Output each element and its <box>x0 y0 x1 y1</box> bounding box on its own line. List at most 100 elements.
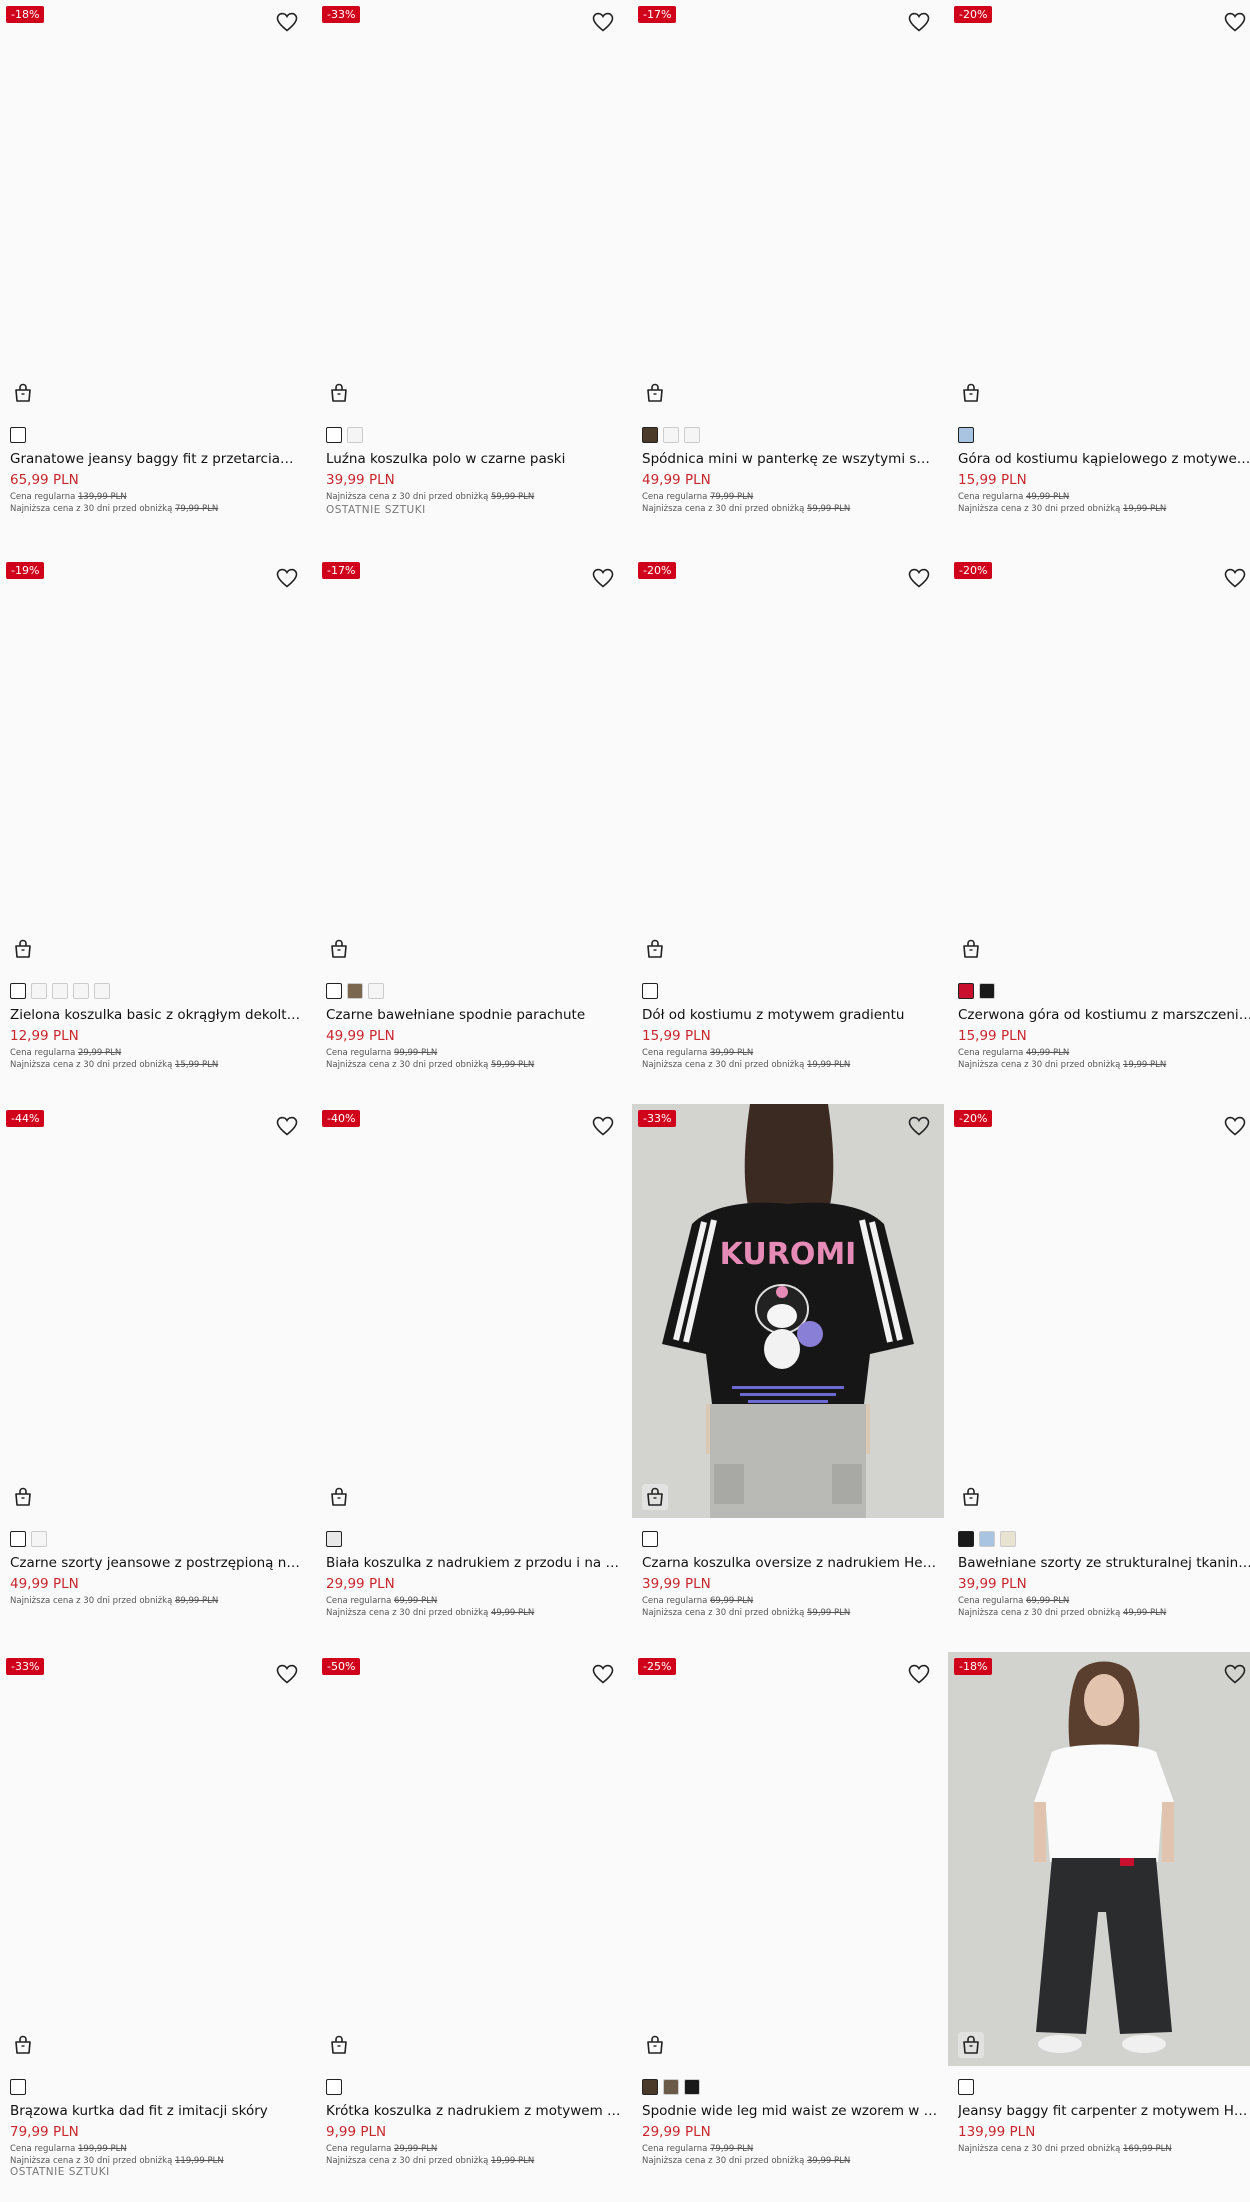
product-image[interactable]: -20% <box>632 556 944 970</box>
product-name[interactable]: Czarne szorty jeansowe z postrzępioną no… <box>10 1554 306 1572</box>
product-name[interactable]: Czerwona góra od kostiumu z marszczeniam… <box>958 1006 1250 1024</box>
shopping-bag-icon[interactable] <box>326 1484 352 1510</box>
product-name[interactable]: Spódnica mini w panterkę ze wszytymi spo… <box>642 450 938 468</box>
heart-icon[interactable] <box>591 1662 615 1686</box>
color-swatch[interactable] <box>958 983 974 999</box>
product-card-6[interactable]: -17% Czarne bawełniane spodnie parachute… <box>316 556 628 1104</box>
product-card-2[interactable]: -33% Luźna koszulka polo w czarne paski … <box>316 0 628 548</box>
product-image[interactable]: -18% <box>0 0 312 414</box>
product-image[interactable]: -44% <box>0 1104 312 1518</box>
color-swatch[interactable] <box>368 983 384 999</box>
product-card-11[interactable]: KUROMI -33% Czarna koszulka oversize z n… <box>632 1104 944 1652</box>
color-swatch[interactable] <box>642 427 658 443</box>
color-swatch[interactable] <box>326 1531 342 1547</box>
shopping-bag-icon[interactable] <box>326 2032 352 2058</box>
color-swatch[interactable] <box>326 427 342 443</box>
shopping-bag-icon[interactable] <box>642 936 668 962</box>
product-card-1[interactable]: -18% Granatowe jeansy baggy fit z przeta… <box>0 0 312 548</box>
product-card-10[interactable]: -40% Biała koszulka z nadrukiem z przodu… <box>316 1104 628 1652</box>
heart-icon[interactable] <box>1223 1114 1247 1138</box>
shopping-bag-icon[interactable] <box>10 380 36 406</box>
product-card-14[interactable]: -50% Krótka koszulka z nadrukiem z motyw… <box>316 1652 628 2200</box>
product-name[interactable]: Luźna koszulka polo w czarne paski <box>326 450 622 468</box>
color-swatch[interactable] <box>979 983 995 999</box>
product-image[interactable]: -20% <box>948 1104 1250 1518</box>
product-image[interactable]: -17% <box>316 556 628 970</box>
product-card-15[interactable]: -25% Spodnie wide leg mid waist ze wzore… <box>632 1652 944 2200</box>
product-image[interactable]: -25% <box>632 1652 944 2066</box>
product-name[interactable]: Jeansy baggy fit carpenter z motywem Hel… <box>958 2102 1250 2120</box>
color-swatch[interactable] <box>663 427 679 443</box>
shopping-bag-icon[interactable] <box>642 2032 668 2058</box>
product-image[interactable]: -33% <box>316 0 628 414</box>
product-card-16[interactable]: -18% Jeansy baggy fit carpenter z motywe… <box>948 1652 1250 2200</box>
color-swatch[interactable] <box>31 983 47 999</box>
color-swatch[interactable] <box>10 2079 26 2095</box>
color-swatch[interactable] <box>642 983 658 999</box>
product-card-12[interactable]: -20% Bawełniane szorty ze strukturalnej … <box>948 1104 1250 1652</box>
shopping-bag-icon[interactable] <box>326 936 352 962</box>
product-card-5[interactable]: -19% Zielona koszulka basic z okrągłym d… <box>0 556 312 1104</box>
product-image[interactable]: -20% <box>948 0 1250 414</box>
product-image[interactable]: -17% <box>632 0 944 414</box>
shopping-bag-icon[interactable] <box>958 936 984 962</box>
shopping-bag-icon[interactable] <box>958 380 984 406</box>
product-name[interactable]: Brązowa kurtka dad fit z imitacji skóry <box>10 2102 306 2120</box>
heart-icon[interactable] <box>1223 10 1247 34</box>
heart-icon[interactable] <box>1223 566 1247 590</box>
product-card-7[interactable]: -20% Dół od kostiumu z motywem gradientu… <box>632 556 944 1104</box>
product-card-9[interactable]: -44% Czarne szorty jeansowe z postrzępio… <box>0 1104 312 1652</box>
heart-icon[interactable] <box>275 566 299 590</box>
color-swatch[interactable] <box>684 427 700 443</box>
color-swatch[interactable] <box>94 983 110 999</box>
heart-icon[interactable] <box>907 1662 931 1686</box>
shopping-bag-icon[interactable] <box>326 380 352 406</box>
color-swatch[interactable] <box>347 983 363 999</box>
shopping-bag-icon[interactable] <box>958 1484 984 1510</box>
color-swatch[interactable] <box>958 1531 974 1547</box>
color-swatch[interactable] <box>73 983 89 999</box>
color-swatch[interactable] <box>958 2079 974 2095</box>
product-card-8[interactable]: -20% Czerwona góra od kostiumu z marszcz… <box>948 556 1250 1104</box>
heart-icon[interactable] <box>907 566 931 590</box>
product-card-4[interactable]: -20% Góra od kostiumu kąpielowego z moty… <box>948 0 1250 548</box>
product-name[interactable]: Dół od kostiumu z motywem gradientu <box>642 1006 938 1024</box>
product-image[interactable]: -20% <box>948 556 1250 970</box>
color-swatch[interactable] <box>684 2079 700 2095</box>
product-image[interactable]: -19% <box>0 556 312 970</box>
heart-icon[interactable] <box>907 1114 931 1138</box>
product-name[interactable]: Krótka koszulka z nadrukiem z motywem ko… <box>326 2102 622 2120</box>
product-image[interactable]: KUROMI -33% <box>632 1104 944 1518</box>
shopping-bag-icon[interactable] <box>642 380 668 406</box>
color-swatch[interactable] <box>642 2079 658 2095</box>
shopping-bag-icon[interactable] <box>10 2032 36 2058</box>
product-name[interactable]: Góra od kostiumu kąpielowego z motywem g… <box>958 450 1250 468</box>
color-swatch[interactable] <box>31 1531 47 1547</box>
heart-icon[interactable] <box>275 1662 299 1686</box>
product-name[interactable]: Spodnie wide leg mid waist ze wzorem w p… <box>642 2102 938 2120</box>
color-swatch[interactable] <box>958 427 974 443</box>
product-name[interactable]: Granatowe jeansy baggy fit z przetarciam… <box>10 450 306 468</box>
product-name[interactable]: Czarna koszulka oversize z nadrukiem Hel… <box>642 1554 938 1572</box>
heart-icon[interactable] <box>1223 1662 1247 1686</box>
product-image[interactable]: -50% <box>316 1652 628 2066</box>
product-image[interactable]: -40% <box>316 1104 628 1518</box>
color-swatch[interactable] <box>326 2079 342 2095</box>
product-image[interactable]: -33% <box>0 1652 312 2066</box>
product-name[interactable]: Biała koszulka z nadrukiem z przodu i na… <box>326 1554 622 1572</box>
heart-icon[interactable] <box>275 10 299 34</box>
product-name[interactable]: Bawełniane szorty ze strukturalnej tkani… <box>958 1554 1250 1572</box>
heart-icon[interactable] <box>591 10 615 34</box>
heart-icon[interactable] <box>275 1114 299 1138</box>
color-swatch[interactable] <box>326 983 342 999</box>
product-image[interactable]: -18% <box>948 1652 1250 2066</box>
color-swatch[interactable] <box>52 983 68 999</box>
product-name[interactable]: Czarne bawełniane spodnie parachute <box>326 1006 622 1024</box>
color-swatch[interactable] <box>10 427 26 443</box>
color-swatch[interactable] <box>663 2079 679 2095</box>
product-card-3[interactable]: -17% Spódnica mini w panterkę ze wszytym… <box>632 0 944 548</box>
shopping-bag-icon[interactable] <box>10 1484 36 1510</box>
heart-icon[interactable] <box>591 566 615 590</box>
color-swatch[interactable] <box>979 1531 995 1547</box>
shopping-bag-icon[interactable] <box>642 1484 668 1510</box>
